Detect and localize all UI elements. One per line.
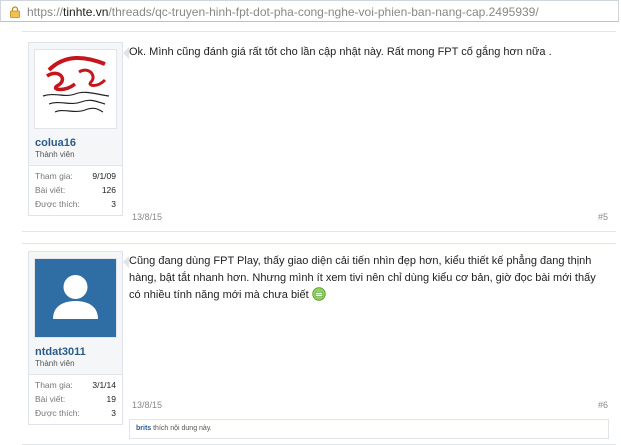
likes-summary: brits thích nội dung này. xyxy=(129,419,609,439)
post-message-text: Cũng đang dùng FPT Play, thấy giao diện … xyxy=(129,255,596,301)
post-date[interactable]: 13/8/15 xyxy=(132,400,162,410)
likes-user-link[interactable]: brits xyxy=(136,425,151,432)
address-bar[interactable]: https://tinhte.vn/threads/qc-truyen-hinh… xyxy=(0,0,619,22)
stat-value: 126 xyxy=(101,185,116,195)
user-info-card: colua16 Thành viên Tham gia: 9/1/09 Bài v… xyxy=(28,42,123,216)
stat-posts: Bài viết: 19 xyxy=(35,392,116,406)
user-stats: Tham gia: 3/1/14 Bài viết: 19 Được thích: 3 xyxy=(29,374,122,424)
post-number-link[interactable]: #5 xyxy=(598,212,608,222)
user-role: Thành viên xyxy=(35,150,75,159)
url-host: tinhte.vn xyxy=(63,5,109,19)
default-avatar-icon xyxy=(35,259,116,337)
stat-likes: Được thích: 3 xyxy=(35,197,116,211)
avatar[interactable] xyxy=(34,258,117,338)
url-path: /threads/qc-truyen-hinh-fpt-dot-pha-cong… xyxy=(108,5,539,19)
stat-value: 3/1/14 xyxy=(92,380,116,390)
stat-value: 3 xyxy=(111,199,116,209)
username[interactable]: ntdat3011 xyxy=(35,346,122,358)
username[interactable]: colua16 xyxy=(35,137,122,149)
stat-label: Bài viết: xyxy=(35,185,66,195)
avatar-calligraphy-image xyxy=(35,50,116,128)
site-info-icon[interactable] xyxy=(9,6,21,18)
divider xyxy=(22,31,616,32)
user-stats: Tham gia: 9/1/09 Bài viết: 126 Được thích:… xyxy=(29,165,122,215)
post-5: colua16 Thành viên Tham gia: 9/1/09 Bài v… xyxy=(22,35,616,232)
stat-joined: Tham gia: 3/1/14 xyxy=(35,378,116,392)
url-text[interactable]: https://tinhte.vn/threads/qc-truyen-hinh… xyxy=(27,5,539,19)
stat-label: Được thích: xyxy=(35,199,80,209)
stat-value: 3 xyxy=(111,408,116,418)
thread-page: colua16 Thành viên Tham gia: 9/1/09 Bài v… xyxy=(0,23,621,445)
user-info-card: ntdat3011 Thành viên Tham gia: 3/1/14 Bài… xyxy=(28,251,123,425)
post-message: Ok. Mình cũng đánh giá rất tốt cho lần c… xyxy=(129,46,552,58)
stat-value: 9/1/09 xyxy=(92,171,116,181)
url-scheme: https:// xyxy=(27,5,64,19)
post-number-link[interactable]: #6 xyxy=(598,400,608,410)
likes-text: thích nội dung này. xyxy=(151,425,212,432)
post-6: ntdat3011 Thành viên Tham gia: 3/1/14 Bài… xyxy=(22,243,616,445)
stat-joined: Tham gia: 9/1/09 xyxy=(35,169,116,183)
stat-label: Được thích: xyxy=(35,408,80,418)
stat-label: Tham gia: xyxy=(35,380,73,390)
post-message: Cũng đang dùng FPT Play, thấy giao diện … xyxy=(129,253,607,304)
grin-smiley-icon xyxy=(312,287,326,301)
user-role: Thành viên xyxy=(35,359,75,368)
stat-posts: Bài viết: 126 xyxy=(35,183,116,197)
stat-likes: Được thích: 3 xyxy=(35,406,116,420)
stat-label: Bài viết: xyxy=(35,394,66,404)
stat-label: Tham gia: xyxy=(35,171,73,181)
stat-value: 19 xyxy=(106,394,116,404)
post-date[interactable]: 13/8/15 xyxy=(132,212,162,222)
avatar[interactable] xyxy=(34,49,117,129)
